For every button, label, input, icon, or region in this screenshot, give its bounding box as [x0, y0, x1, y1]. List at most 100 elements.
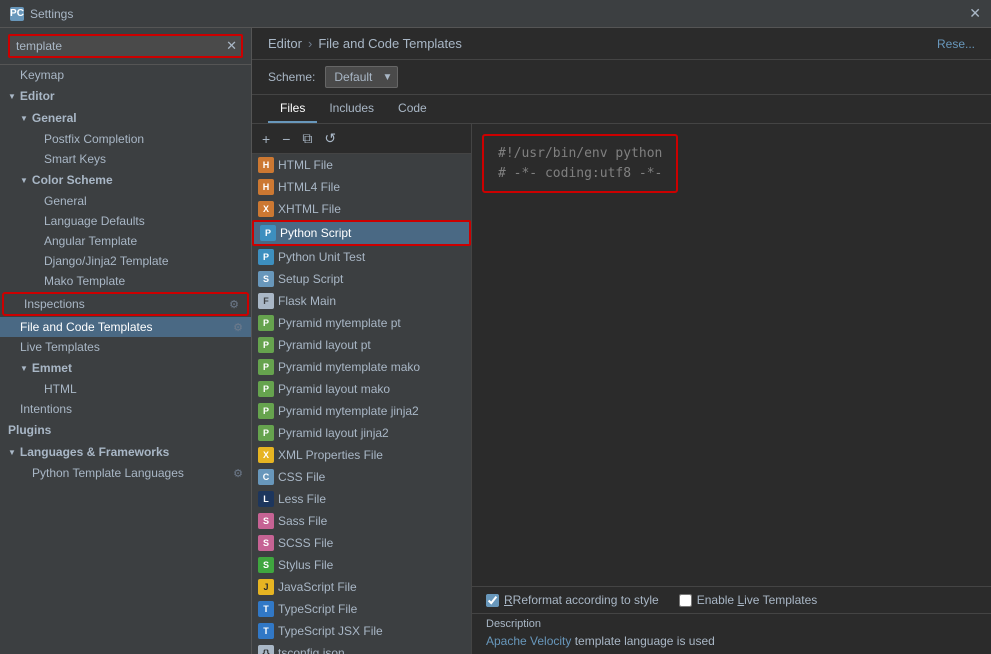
list-item[interactable]: F Flask Main: [252, 290, 471, 312]
triangle-down-icon-emmet: ▼: [20, 364, 28, 373]
triangle-down-icon: ▼: [8, 92, 16, 101]
sidebar-item-postfix-completion[interactable]: Postfix Completion: [0, 129, 251, 149]
tab-code[interactable]: Code: [386, 95, 439, 123]
reset-template-button[interactable]: ↺: [320, 128, 340, 149]
description-suffix: template language is used: [571, 634, 714, 648]
sidebar-item-django-template[interactable]: Django/Jinja2 Template: [0, 251, 251, 271]
list-item-python-script[interactable]: P Python Script: [252, 220, 471, 246]
live-templates-checkbox-label[interactable]: Enable Live Templates: [679, 593, 818, 607]
list-item[interactable]: H HTML4 File: [252, 176, 471, 198]
list-item-python-unit-test[interactable]: P Python Unit Test: [252, 246, 471, 268]
sidebar-editor-label: Editor: [20, 89, 55, 103]
inspections-label: Inspections: [24, 297, 85, 311]
tab-includes[interactable]: Includes: [317, 95, 386, 123]
list-item[interactable]: H HTML File: [252, 154, 471, 176]
typescript-jsx-file-label: TypeScript JSX File: [278, 624, 383, 638]
breadcrumb-separator: ›: [308, 36, 312, 51]
less-icon: L: [258, 491, 274, 507]
flask-main-icon: F: [258, 293, 274, 309]
tsconfig-json-label: tsconfig.json: [278, 646, 345, 654]
remove-template-button[interactable]: −: [278, 129, 294, 149]
sidebar-section-general[interactable]: ▼ General: [0, 107, 251, 129]
sidebar-item-mako-template[interactable]: Mako Template: [0, 271, 251, 291]
description-label: Description: [486, 618, 977, 630]
sidebar-item-cs-general[interactable]: General: [0, 191, 251, 211]
list-item[interactable]: P Pyramid layout jinja2: [252, 422, 471, 444]
template-list-panel: + − ⧉ ↺ H HTML File H HTML4 File X: [252, 124, 472, 654]
close-button[interactable]: ✕: [969, 5, 981, 22]
add-template-button[interactable]: +: [258, 129, 274, 149]
code-line-1: #!/usr/bin/env python: [498, 144, 662, 164]
list-item[interactable]: S Sass File: [252, 510, 471, 532]
search-input[interactable]: [8, 34, 243, 58]
live-templates-option-label: Enable Live Templates: [697, 593, 818, 607]
live-templates-label: Live Templates: [20, 340, 100, 354]
ts-icon: T: [258, 601, 274, 617]
sidebar-item-inspections[interactable]: Inspections ⚙: [2, 292, 249, 316]
css-icon: C: [258, 469, 274, 485]
list-item[interactable]: T TypeScript JSX File: [252, 620, 471, 642]
title-bar: PC Settings ✕: [0, 0, 991, 28]
sidebar-item-python-template-langs[interactable]: Python Template Languages ⚙: [0, 463, 251, 483]
list-item[interactable]: T TypeScript File: [252, 598, 471, 620]
triangle-down-icon-general: ▼: [20, 114, 28, 123]
sidebar-section-color-scheme[interactable]: ▼ Color Scheme: [0, 169, 251, 191]
reformat-checkbox-label[interactable]: RReformat according to style: [486, 593, 659, 607]
sass-file-label: Sass File: [278, 514, 327, 528]
scheme-dropdown[interactable]: Default Project: [325, 66, 398, 88]
list-item[interactable]: L Less File: [252, 488, 471, 510]
list-item[interactable]: C CSS File: [252, 466, 471, 488]
apache-velocity-link[interactable]: Apache Velocity: [486, 634, 571, 648]
sidebar-section-editor[interactable]: ▼ Editor: [0, 85, 251, 107]
list-item[interactable]: P Pyramid mytemplate jinja2: [252, 400, 471, 422]
list-item[interactable]: S Setup Script: [252, 268, 471, 290]
sidebar-item-intentions[interactable]: Intentions: [0, 399, 251, 419]
reformat-checkbox[interactable]: [486, 594, 499, 607]
sidebar-item-live-templates[interactable]: Live Templates: [0, 337, 251, 357]
list-item[interactable]: S SCSS File: [252, 532, 471, 554]
sidebar-item-language-defaults[interactable]: Language Defaults: [0, 211, 251, 231]
pyramid5-icon: P: [258, 403, 274, 419]
sidebar-section-emmet[interactable]: ▼ Emmet: [0, 357, 251, 379]
pyramid-mytemplate-jinja2-label: Pyramid mytemplate jinja2: [278, 404, 419, 418]
sidebar-item-file-code-templates[interactable]: File and Code Templates ⚙: [0, 317, 251, 337]
cs-general-label: General: [44, 194, 87, 208]
sidebar-item-smart-keys[interactable]: Smart Keys: [0, 149, 251, 169]
list-item[interactable]: {} tsconfig.json: [252, 642, 471, 654]
pyramid6-icon: P: [258, 425, 274, 441]
search-clear-button[interactable]: ✕: [226, 38, 237, 54]
list-item[interactable]: J JavaScript File: [252, 576, 471, 598]
sidebar-item-angular-template[interactable]: Angular Template: [0, 231, 251, 251]
scss-icon: S: [258, 535, 274, 551]
reset-link[interactable]: Rese...: [937, 37, 975, 51]
python-template-langs-label: Python Template Languages: [32, 466, 184, 480]
sidebar: ✕ Keymap ▼ Editor ▼ General Postfix Comp…: [0, 28, 252, 654]
xml-icon: X: [258, 447, 274, 463]
pyramid-layout-pt-label: Pyramid layout pt: [278, 338, 371, 352]
sidebar-section-plugins[interactable]: Plugins: [0, 419, 251, 441]
list-item[interactable]: X XHTML File: [252, 198, 471, 220]
html-file-label: HTML File: [278, 158, 333, 172]
breadcrumb-editor: Editor: [268, 36, 302, 51]
content-header: Editor › File and Code Templates Rese...: [252, 28, 991, 60]
css-file-label: CSS File: [278, 470, 325, 484]
pyramid1-icon: P: [258, 315, 274, 331]
list-item[interactable]: S Stylus File: [252, 554, 471, 576]
list-item[interactable]: X XML Properties File: [252, 444, 471, 466]
python-unit-test-icon: P: [258, 249, 274, 265]
tab-files[interactable]: Files: [268, 95, 317, 123]
copy-template-button[interactable]: ⧉: [298, 128, 316, 149]
list-item[interactable]: P Pyramid layout mako: [252, 378, 471, 400]
list-item[interactable]: P Pyramid mytemplate pt: [252, 312, 471, 334]
sidebar-section-languages[interactable]: ▼ Languages & Frameworks: [0, 441, 251, 463]
pyramid-mytemplate-mako-label: Pyramid mytemplate mako: [278, 360, 420, 374]
live-templates-checkbox[interactable]: [679, 594, 692, 607]
list-item[interactable]: P Pyramid layout pt: [252, 334, 471, 356]
breadcrumb: Editor › File and Code Templates: [268, 36, 462, 51]
list-item[interactable]: P Pyramid mytemplate mako: [252, 356, 471, 378]
emmet-label: Emmet: [32, 361, 72, 375]
sidebar-item-keymap[interactable]: Keymap: [0, 65, 251, 85]
sidebar-item-html[interactable]: HTML: [0, 379, 251, 399]
django-template-label: Django/Jinja2 Template: [44, 254, 169, 268]
scheme-dropdown-wrap: Default Project ▼: [325, 66, 398, 88]
